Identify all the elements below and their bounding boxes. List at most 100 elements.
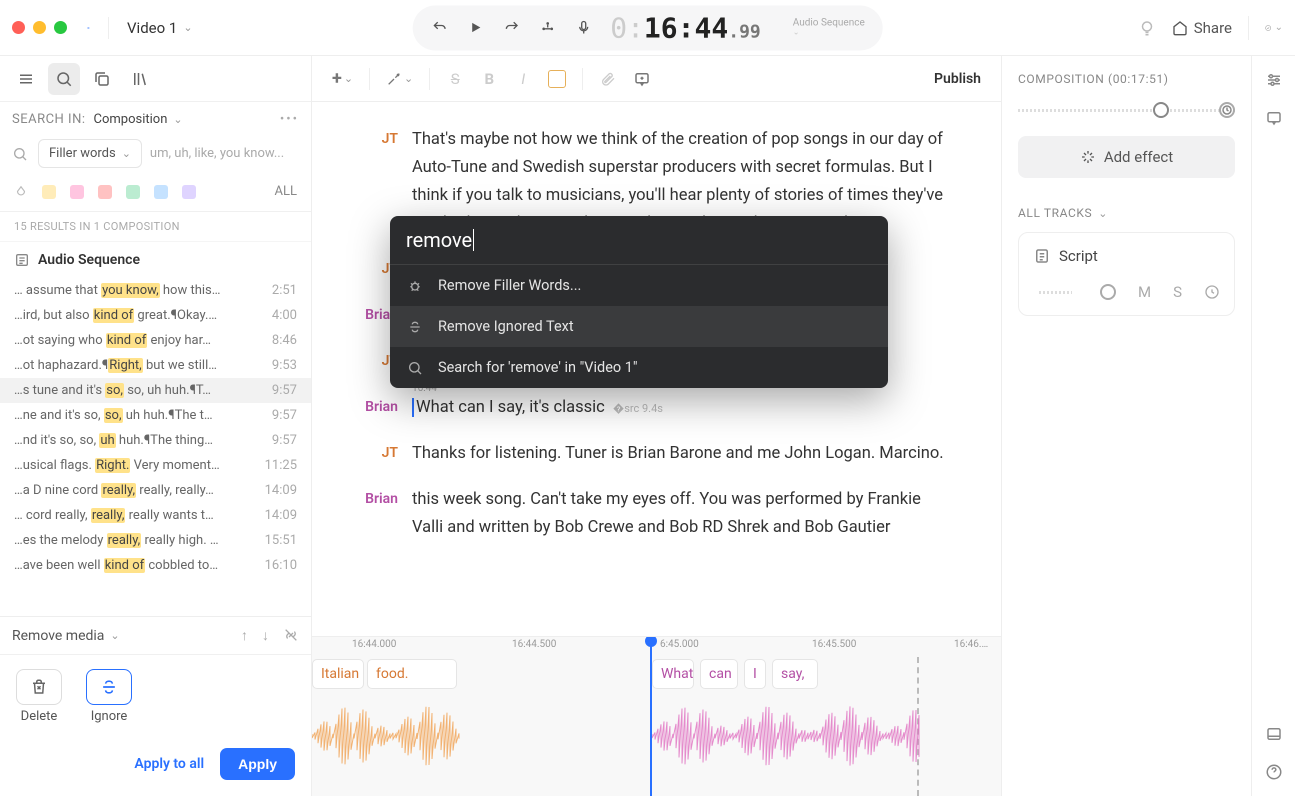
- palette-item[interactable]: Remove Filler Words...: [390, 265, 888, 306]
- publish-button[interactable]: Publish: [934, 71, 981, 87]
- timecode-label[interactable]: Audio Sequence ⌄: [793, 19, 865, 37]
- transcript-text[interactable]: this week song. Can't take my eyes off. …: [412, 486, 955, 542]
- color-swatch-green[interactable]: [126, 185, 140, 199]
- transcript-text[interactable]: Thanks for listening. Tuner is Brian Bar…: [412, 440, 955, 468]
- result-list[interactable]: … assume that you know, how this…2:51…ir…: [0, 278, 311, 616]
- search-result-item[interactable]: …ot haphazard.¶Right, but we still…9:53: [0, 353, 311, 378]
- library-icon[interactable]: [124, 63, 156, 95]
- tracks-header[interactable]: ALL TRACKS ⌄: [1018, 206, 1235, 220]
- minimize-window-icon[interactable]: [33, 21, 46, 34]
- app-logo-icon[interactable]: [87, 17, 109, 39]
- search-result-item[interactable]: …ird, but also kind of great.¶Okay.…4:00: [0, 303, 311, 328]
- search-result-item[interactable]: …a D nine cord really, really, really…14…: [0, 478, 311, 503]
- search-result-item[interactable]: …ne and it's so, so, uh huh.¶The t…9:57: [0, 403, 311, 428]
- timeline-word[interactable]: I: [744, 659, 766, 689]
- hamburger-icon[interactable]: [10, 63, 42, 95]
- sequence-title[interactable]: Audio Sequence: [0, 242, 311, 278]
- speaker-label[interactable]: Brian: [358, 394, 412, 422]
- redo-icon[interactable]: [502, 20, 520, 36]
- composition-slider[interactable]: [1018, 100, 1235, 122]
- search-result-item[interactable]: …es the melody really, really high. …15:…: [0, 528, 311, 553]
- maximize-window-icon[interactable]: [54, 21, 67, 34]
- status-check-icon[interactable]: ⌄: [1265, 19, 1283, 37]
- search-result-item[interactable]: …nd it's so, so, uh huh.¶The thing…9:57: [0, 428, 311, 453]
- solo-button[interactable]: S: [1173, 283, 1182, 301]
- link-off-icon[interactable]: [283, 627, 299, 644]
- bold-icon[interactable]: B: [480, 70, 498, 88]
- copy-icon[interactable]: [86, 63, 118, 95]
- timeline-word[interactable]: food.: [367, 659, 457, 689]
- remove-media-row[interactable]: Remove media ⌄ ↑ ↓: [0, 617, 311, 655]
- add-icon[interactable]: +⌄: [332, 68, 353, 89]
- timeline-word[interactable]: say,: [772, 659, 818, 689]
- strikethrough-icon[interactable]: S: [446, 70, 464, 88]
- palette-input[interactable]: remove: [390, 216, 888, 265]
- search-result-item[interactable]: …s tune and it's so, so, uh huh.¶T…9:57: [0, 378, 311, 403]
- search-result-item[interactable]: …ot saying who kind of enjoy har…8:46: [0, 328, 311, 353]
- italic-icon[interactable]: I: [514, 70, 532, 88]
- track-circle-icon[interactable]: [1100, 284, 1116, 300]
- search-result-item[interactable]: …ave been well kind of cobbled to…16:10: [0, 553, 311, 578]
- timeline-word[interactable]: What: [652, 659, 694, 689]
- color-swatch-yellow[interactable]: [42, 185, 56, 199]
- search-icon[interactable]: [48, 63, 80, 95]
- transcript-row[interactable]: JTThanks for listening. Tuner is Brian B…: [358, 440, 955, 468]
- playhead[interactable]: [650, 637, 652, 796]
- settings-sliders-icon[interactable]: [1264, 70, 1284, 90]
- apply-to-all-button[interactable]: Apply to all: [134, 756, 204, 772]
- timeline-word[interactable]: can: [700, 659, 738, 689]
- sparkle-icon[interactable]: [538, 20, 556, 36]
- timeline[interactable]: 16:44.00016:44.5006:45.00016:45.50016:46…: [312, 636, 1001, 796]
- add-effect-button[interactable]: Add effect: [1018, 136, 1235, 178]
- transcript-row[interactable]: Brianthis week song. Can't take my eyes …: [358, 486, 955, 542]
- help-icon[interactable]: [1264, 762, 1284, 782]
- slider-end-icon[interactable]: [1219, 102, 1235, 118]
- search-in-chevron-icon[interactable]: ⌄: [173, 113, 182, 126]
- chat-icon[interactable]: [1264, 108, 1284, 128]
- attachment-icon[interactable]: [599, 71, 617, 87]
- delete-button[interactable]: Delete: [16, 669, 62, 724]
- share-button[interactable]: Share: [1172, 19, 1232, 37]
- apply-button[interactable]: Apply: [220, 748, 295, 780]
- search-result-item[interactable]: …usical flags. Right. Very moment…11:25: [0, 453, 311, 478]
- microphone-icon[interactable]: [574, 20, 592, 36]
- mute-button[interactable]: M: [1138, 283, 1151, 301]
- script-card[interactable]: Script M S: [1018, 232, 1235, 316]
- search-result-item[interactable]: … cord really, really, really wants t…14…: [0, 503, 311, 528]
- transcript-row[interactable]: Brian16:44What can I say, it's classic �…: [358, 394, 955, 422]
- slider-handle-icon[interactable]: [1153, 102, 1169, 118]
- palette-item[interactable]: Search for 'remove' in "Video 1": [390, 347, 888, 388]
- palette-item[interactable]: Remove Ignored Text: [390, 306, 888, 347]
- comment-icon[interactable]: [633, 70, 651, 88]
- filter-placeholder[interactable]: um, uh, like, you know...: [150, 146, 299, 161]
- undo-icon[interactable]: [430, 20, 448, 36]
- color-swatch-red[interactable]: [98, 185, 112, 199]
- play-icon[interactable]: [466, 21, 484, 35]
- speaker-label[interactable]: Brian: [358, 486, 412, 542]
- search-result-item[interactable]: … assume that you know, how this…2:51: [0, 278, 311, 303]
- nav-up-icon[interactable]: ↑: [241, 627, 248, 644]
- apply-row: Apply to all Apply: [0, 738, 311, 796]
- project-chevron-icon[interactable]: ⌄: [183, 21, 192, 34]
- hint-bulb-icon[interactable]: [1138, 19, 1156, 37]
- speaker-label[interactable]: JT: [358, 440, 412, 468]
- wand-icon[interactable]: ⌄: [386, 71, 413, 87]
- filter-search-icon[interactable]: [12, 146, 30, 162]
- color-swatch-purple[interactable]: [182, 185, 196, 199]
- track-clock-icon[interactable]: [1204, 284, 1220, 300]
- highlight-color-icon[interactable]: [548, 70, 566, 88]
- color-all-button[interactable]: ALL: [275, 184, 297, 199]
- timeline-word[interactable]: Italian: [312, 659, 364, 689]
- ignore-button[interactable]: Ignore: [86, 669, 132, 724]
- filter-pill[interactable]: Filler words ⌄: [38, 139, 142, 168]
- nav-down-icon[interactable]: ↓: [262, 627, 269, 644]
- search-in-value[interactable]: Composition: [94, 112, 168, 127]
- transcript-text[interactable]: 16:44What can I say, it's classic �src 9…: [412, 394, 955, 422]
- search-in-more-icon[interactable]: •••: [280, 112, 299, 127]
- panel-bottom-icon[interactable]: [1264, 724, 1284, 744]
- project-name[interactable]: Video 1: [127, 19, 177, 37]
- color-swatch-blue[interactable]: [154, 185, 168, 199]
- close-window-icon[interactable]: [12, 21, 25, 34]
- color-swatch-pink[interactable]: [70, 185, 84, 199]
- drop-icon[interactable]: [14, 185, 28, 199]
